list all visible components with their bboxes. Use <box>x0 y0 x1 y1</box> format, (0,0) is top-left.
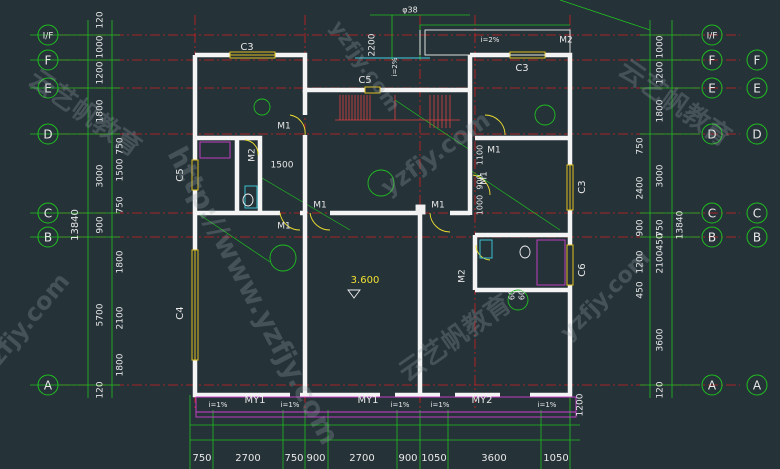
far-axis-label: B <box>753 231 761 245</box>
window-label: C6 <box>577 263 588 276</box>
far-axis-label: A <box>753 379 762 393</box>
slope-label: i=1% <box>538 401 557 409</box>
balcony-door-label: MY2 <box>471 395 492 406</box>
bottom-dim-text: 2700 <box>349 453 374 464</box>
far-axis-label: E <box>753 82 761 96</box>
bottom-dim-text: 1050 <box>543 453 568 464</box>
door-label: M2 <box>559 36 573 46</box>
interior-dim-text: 1100 <box>476 145 485 165</box>
balcony-door-label: MY1 <box>357 395 378 406</box>
left-total-dim: 13840 <box>70 209 81 241</box>
slope-label: i=1% <box>209 401 228 409</box>
bottom-dim-text: 750 <box>192 453 211 464</box>
left-axis-label: F <box>45 54 52 68</box>
door-label: M2 <box>248 148 258 162</box>
floor-plan-drawing: I/FFEDCBA I/FFEDCBA FEDCBA 1201000120018… <box>0 0 780 469</box>
left-dim-text: 1800 <box>116 353 126 376</box>
left-axis-label: A <box>44 379 53 393</box>
door-label: M2 <box>458 269 468 283</box>
door-label: M1 <box>313 201 327 211</box>
right-axis-label: B <box>708 231 716 245</box>
right-dim-text: 450 <box>656 233 666 250</box>
interior-dim-text: 60 <box>518 290 527 300</box>
bottom-dim-text: 900 <box>398 453 417 464</box>
far-axis-label: C <box>753 207 761 221</box>
interior-dim-text: 60 <box>508 290 517 300</box>
right-axis-label: E <box>708 82 716 96</box>
left-dim-text: 1200 <box>96 61 106 84</box>
right-dim-text: 2400 <box>636 176 646 199</box>
slope-label: i=1% <box>391 401 410 409</box>
right-dim-text: 13840 <box>676 210 686 239</box>
slope-label: i=1% <box>431 401 450 409</box>
window-label: C3 <box>240 42 253 53</box>
left-dim-text: 750 <box>116 196 126 213</box>
window-label: C3 <box>577 180 588 193</box>
right-dim-text: 3600 <box>656 328 666 351</box>
pipe-dim-text: φ38 <box>402 6 417 15</box>
right-dim-text: 450 <box>636 281 646 298</box>
bottom-dim-text: 900 <box>306 453 325 464</box>
bottom-dim-text: 3600 <box>481 453 506 464</box>
left-axis-label: D <box>43 128 52 142</box>
window-label: C3 <box>515 63 528 74</box>
left-dim-text: 1500 <box>116 158 126 181</box>
door-label: M1 <box>431 201 445 211</box>
right-axis-label: A <box>708 379 717 393</box>
far-axis-label: F <box>754 54 761 68</box>
right-axis-label: C <box>708 207 716 221</box>
door-label: M1 <box>277 122 291 132</box>
left-dim-text: 1000 <box>96 35 106 58</box>
right-axis-label: I/F <box>707 32 718 42</box>
interior-dim-text: 1000 <box>476 195 485 215</box>
window-label: C4 <box>175 306 186 319</box>
left-axis-label: B <box>44 231 52 245</box>
left-axis-label: C <box>44 207 52 221</box>
bottom-dim-text: 2700 <box>235 453 260 464</box>
bottom-dim-text: 1050 <box>421 453 446 464</box>
bottom-right-dim-text: 1200 <box>576 393 586 416</box>
right-dim-text: 750 <box>636 137 646 154</box>
right-dim-text: 3000 <box>656 164 666 187</box>
right-dim-text: 900 <box>636 219 646 236</box>
left-dim-text: 2100 <box>116 306 126 329</box>
top-dim-text: 1500 <box>271 161 294 171</box>
far-axis-label: D <box>752 128 761 142</box>
elevation-label: 3.600 <box>351 275 380 286</box>
slope-label: i=2% <box>481 36 500 44</box>
slope-label: i=2% <box>391 57 399 76</box>
balcony-door-label: MY1 <box>244 395 265 406</box>
left-dim-text: 3000 <box>96 164 106 187</box>
left-axis-label: I/F <box>43 32 54 42</box>
door-label: M1 <box>487 146 501 156</box>
door-label: M1 <box>480 171 490 185</box>
right-dim-text: 120 <box>656 381 666 398</box>
right-axis-label: F <box>709 54 716 68</box>
right-dim-text: 2100 <box>656 250 666 273</box>
door-label: M1 <box>277 222 291 232</box>
left-dim-text: 120 <box>96 11 106 28</box>
left-dim-text: 900 <box>96 216 106 233</box>
left-dim-text: 1800 <box>116 250 126 273</box>
left-dim-text: 5700 <box>96 303 106 326</box>
bottom-dim-text: 750 <box>284 453 303 464</box>
left-dim-text: 120 <box>96 381 106 398</box>
right-dim-text: 1000 <box>656 35 666 58</box>
